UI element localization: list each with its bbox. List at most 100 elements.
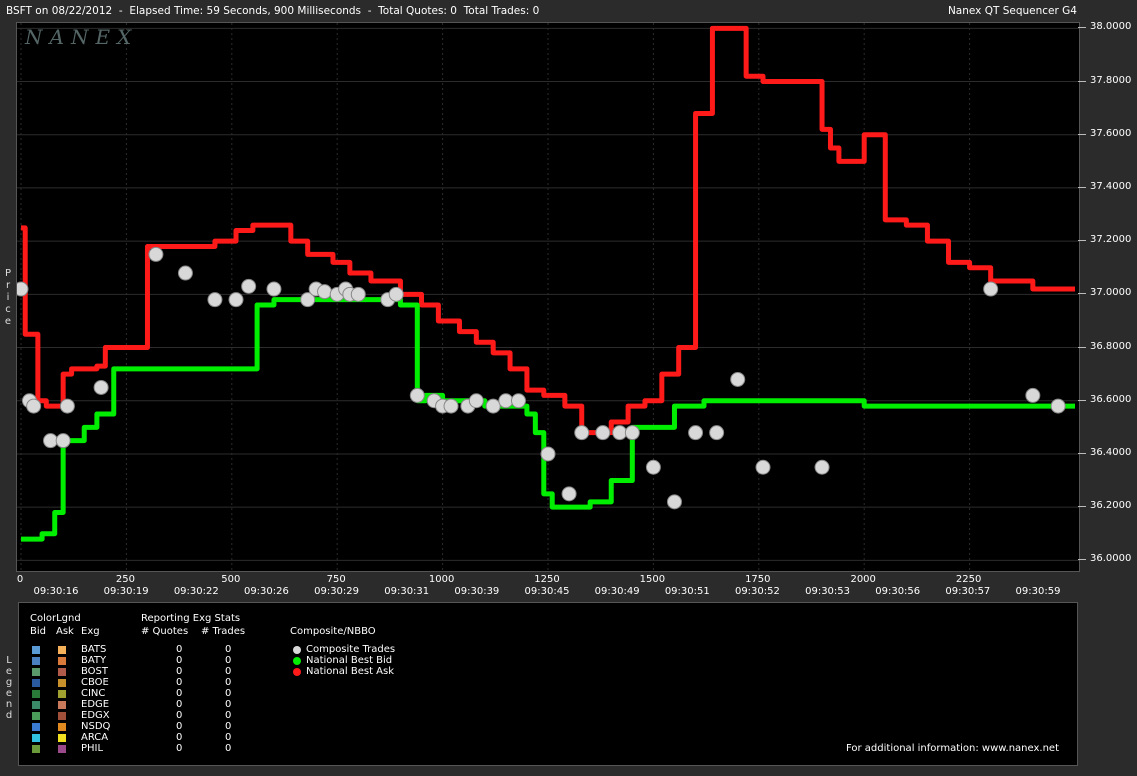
- y-tick-mark: [1078, 133, 1086, 135]
- exchange-name: ARCA: [81, 732, 109, 743]
- composite-trade-point: [645, 459, 661, 475]
- y-tick-mark: [1078, 399, 1086, 401]
- ask-color-swatch: [58, 745, 66, 753]
- y-tick-mark: [1078, 346, 1086, 348]
- composite-trade-point: [266, 281, 282, 297]
- exchange-quote-count: 0: [176, 732, 183, 743]
- exchange-trade-count: 0: [225, 688, 232, 699]
- exchange-trade-count: 0: [225, 699, 232, 710]
- y-tick-mark: [1078, 240, 1086, 242]
- ask-color-swatch: [58, 723, 66, 731]
- exchange-quote-count: 0: [176, 655, 183, 666]
- composite-trade-point: [983, 281, 999, 297]
- composite-trade-point: [443, 398, 459, 414]
- x-tick-label: 2000: [850, 574, 876, 585]
- x-tick-label: 0: [16, 574, 24, 585]
- y-tick-label: 36.6000: [1090, 393, 1132, 405]
- exchange-name: CBOE: [81, 677, 109, 688]
- bid-color-swatch: [32, 679, 40, 687]
- exchange-quote-count: 0: [176, 699, 183, 710]
- plot-area[interactable]: NANEX: [16, 22, 1080, 572]
- y-tick-mark: [1078, 559, 1086, 561]
- composite-trade-point: [510, 393, 526, 409]
- price-chart: [17, 23, 1079, 571]
- x-time-label: 09:30:49: [594, 586, 640, 597]
- x-time-label: 09:30:59: [1015, 586, 1061, 597]
- ask-color-swatch: [58, 734, 66, 742]
- national-best-ask-marker-icon: [293, 668, 301, 676]
- x-time-label: 09:30:45: [524, 586, 570, 597]
- ask-color-swatch: [58, 646, 66, 654]
- x-time-label: 09:30:22: [173, 586, 219, 597]
- y-tick-label: 38.0000: [1090, 21, 1132, 33]
- footer-info-link[interactable]: For additional information: www.nanex.ne…: [846, 743, 1059, 754]
- composite-trade-point: [814, 459, 830, 475]
- x-tick-label: 1250: [534, 574, 560, 585]
- exchange-trade-count: 0: [225, 677, 232, 688]
- composite-trade-point: [228, 292, 244, 308]
- exchange-quote-count: 0: [176, 688, 183, 699]
- composite-trade-point: [207, 292, 223, 308]
- x-tick-label: 1750: [745, 574, 771, 585]
- composite-trade-point: [26, 398, 42, 414]
- bid-color-swatch: [32, 734, 40, 742]
- x-tick-label: 1000: [428, 574, 455, 585]
- composite-trade-point: [624, 425, 640, 441]
- y-tick-label: 36.8000: [1090, 340, 1132, 352]
- composite-trade-point: [350, 286, 366, 302]
- y-tick-mark: [1078, 452, 1086, 454]
- x-time-label: 09:30:39: [454, 586, 500, 597]
- app-title: Nanex QT Sequencer G4: [947, 5, 1077, 17]
- bid-color-swatch: [32, 745, 40, 753]
- legend-panel: ColorLgnd Bid Ask Exg Reporting Exg Stat…: [18, 602, 1078, 766]
- exchange-trade-count: 0: [225, 710, 232, 721]
- bid-color-swatch: [32, 701, 40, 709]
- exchange-quote-count: 0: [176, 743, 183, 754]
- x-tick-label: 1500: [639, 574, 666, 585]
- exchange-name: BATY: [81, 655, 107, 666]
- composite-trade-point: [43, 433, 59, 449]
- x-tick-label: 750: [326, 574, 346, 585]
- y-tick-mark: [1078, 293, 1086, 295]
- y-tick-mark: [1078, 27, 1086, 29]
- exchange-trade-count: 0: [225, 743, 232, 754]
- exchange-name: EDGE: [81, 699, 110, 710]
- ask-color-swatch: [58, 668, 66, 676]
- x-tick-label: 500: [221, 574, 241, 585]
- exchange-trade-count: 0: [225, 644, 232, 655]
- composite-trades-marker-icon: [293, 646, 301, 654]
- exchange-quote-count: 0: [176, 677, 183, 688]
- composite-trade-point: [1050, 398, 1066, 414]
- y-tick-label: 37.4000: [1090, 180, 1132, 192]
- exchange-trade-count: 0: [225, 655, 232, 666]
- composite-trade-point: [498, 393, 514, 409]
- exchange-trade-count: 0: [225, 732, 232, 743]
- composite-title: Composite/NBBO: [290, 626, 376, 637]
- bid-color-swatch: [32, 712, 40, 720]
- composite-trade-point: [148, 246, 164, 262]
- y-tick-label: 36.0000: [1090, 553, 1132, 565]
- ask-color-swatch: [58, 712, 66, 720]
- ask-color-swatch: [58, 657, 66, 665]
- x-time-label: 09:30:57: [945, 586, 991, 597]
- y-tick-label: 36.4000: [1090, 446, 1132, 458]
- composite-trade-point: [388, 286, 404, 302]
- exchange-quote-count: 0: [176, 710, 183, 721]
- national-best-ask-label: National Best Ask: [306, 666, 395, 677]
- ask-column-header: Ask: [56, 626, 74, 637]
- composite-trade-point: [612, 425, 628, 441]
- composite-trade-point: [688, 425, 704, 441]
- composite-trade-point: [317, 284, 333, 300]
- composite-trade-point: [666, 494, 682, 510]
- y-tick-mark: [1078, 186, 1086, 188]
- exchange-name: CINC: [81, 688, 106, 699]
- x-time-label: 09:30:26: [243, 586, 289, 597]
- exchange-name: BATS: [81, 644, 107, 655]
- composite-trade-point: [93, 379, 109, 395]
- composite-trade-point: [468, 393, 484, 409]
- exchange-name: EDGX: [81, 710, 110, 721]
- exchange-name: BOST: [81, 666, 109, 677]
- x-time-label: 09:30:19: [103, 586, 149, 597]
- composite-trade-point: [709, 425, 725, 441]
- exchange-trade-count: 0: [225, 721, 232, 732]
